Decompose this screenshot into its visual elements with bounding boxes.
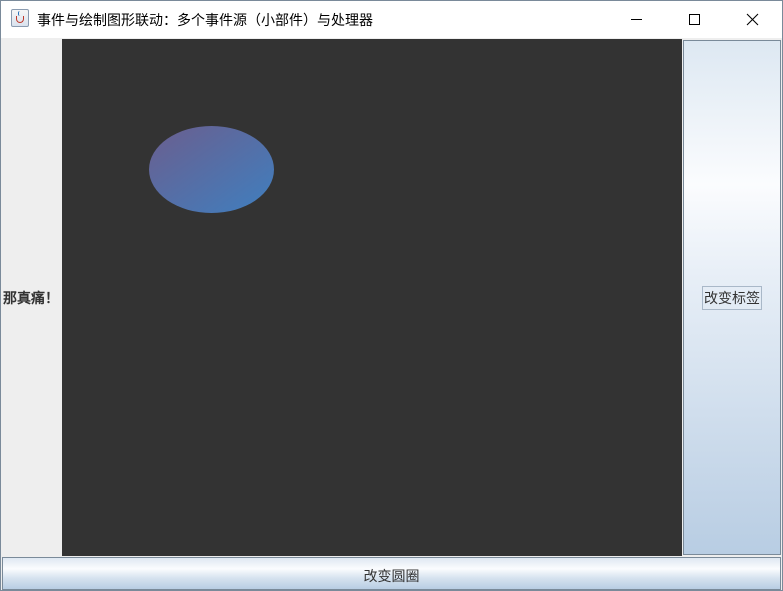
- canvas-drawing: [149, 126, 274, 213]
- west-label-panel: 那真痛！: [1, 39, 62, 556]
- drawing-canvas[interactable]: [62, 39, 682, 556]
- java-icon[interactable]: [11, 9, 29, 27]
- change-label-button[interactable]: 改变标签: [683, 40, 781, 555]
- change-circle-button-text: 改变圆圈: [363, 569, 420, 585]
- maximize-icon: [689, 14, 700, 25]
- title-bar[interactable]: 事件与绘制图形联动：多个事件源（小部件）与处理器: [1, 1, 782, 38]
- window-title: 事件与绘制图形联动：多个事件源（小部件）与处理器: [37, 13, 373, 29]
- app-window: 事件与绘制图形联动：多个事件源（小部件）与处理器 那真痛！ 改变标签 改变圆圈: [0, 0, 783, 591]
- close-icon: [746, 13, 759, 26]
- change-circle-button[interactable]: 改变圆圈: [2, 557, 781, 590]
- close-button[interactable]: [723, 1, 781, 38]
- maximize-button[interactable]: [665, 1, 723, 38]
- minimize-button[interactable]: [607, 1, 665, 38]
- minimize-icon: [631, 19, 642, 20]
- gradient-ellipse: [149, 126, 274, 213]
- change-label-button-text: 改变标签: [702, 286, 762, 310]
- status-label: 那真痛！: [3, 291, 59, 307]
